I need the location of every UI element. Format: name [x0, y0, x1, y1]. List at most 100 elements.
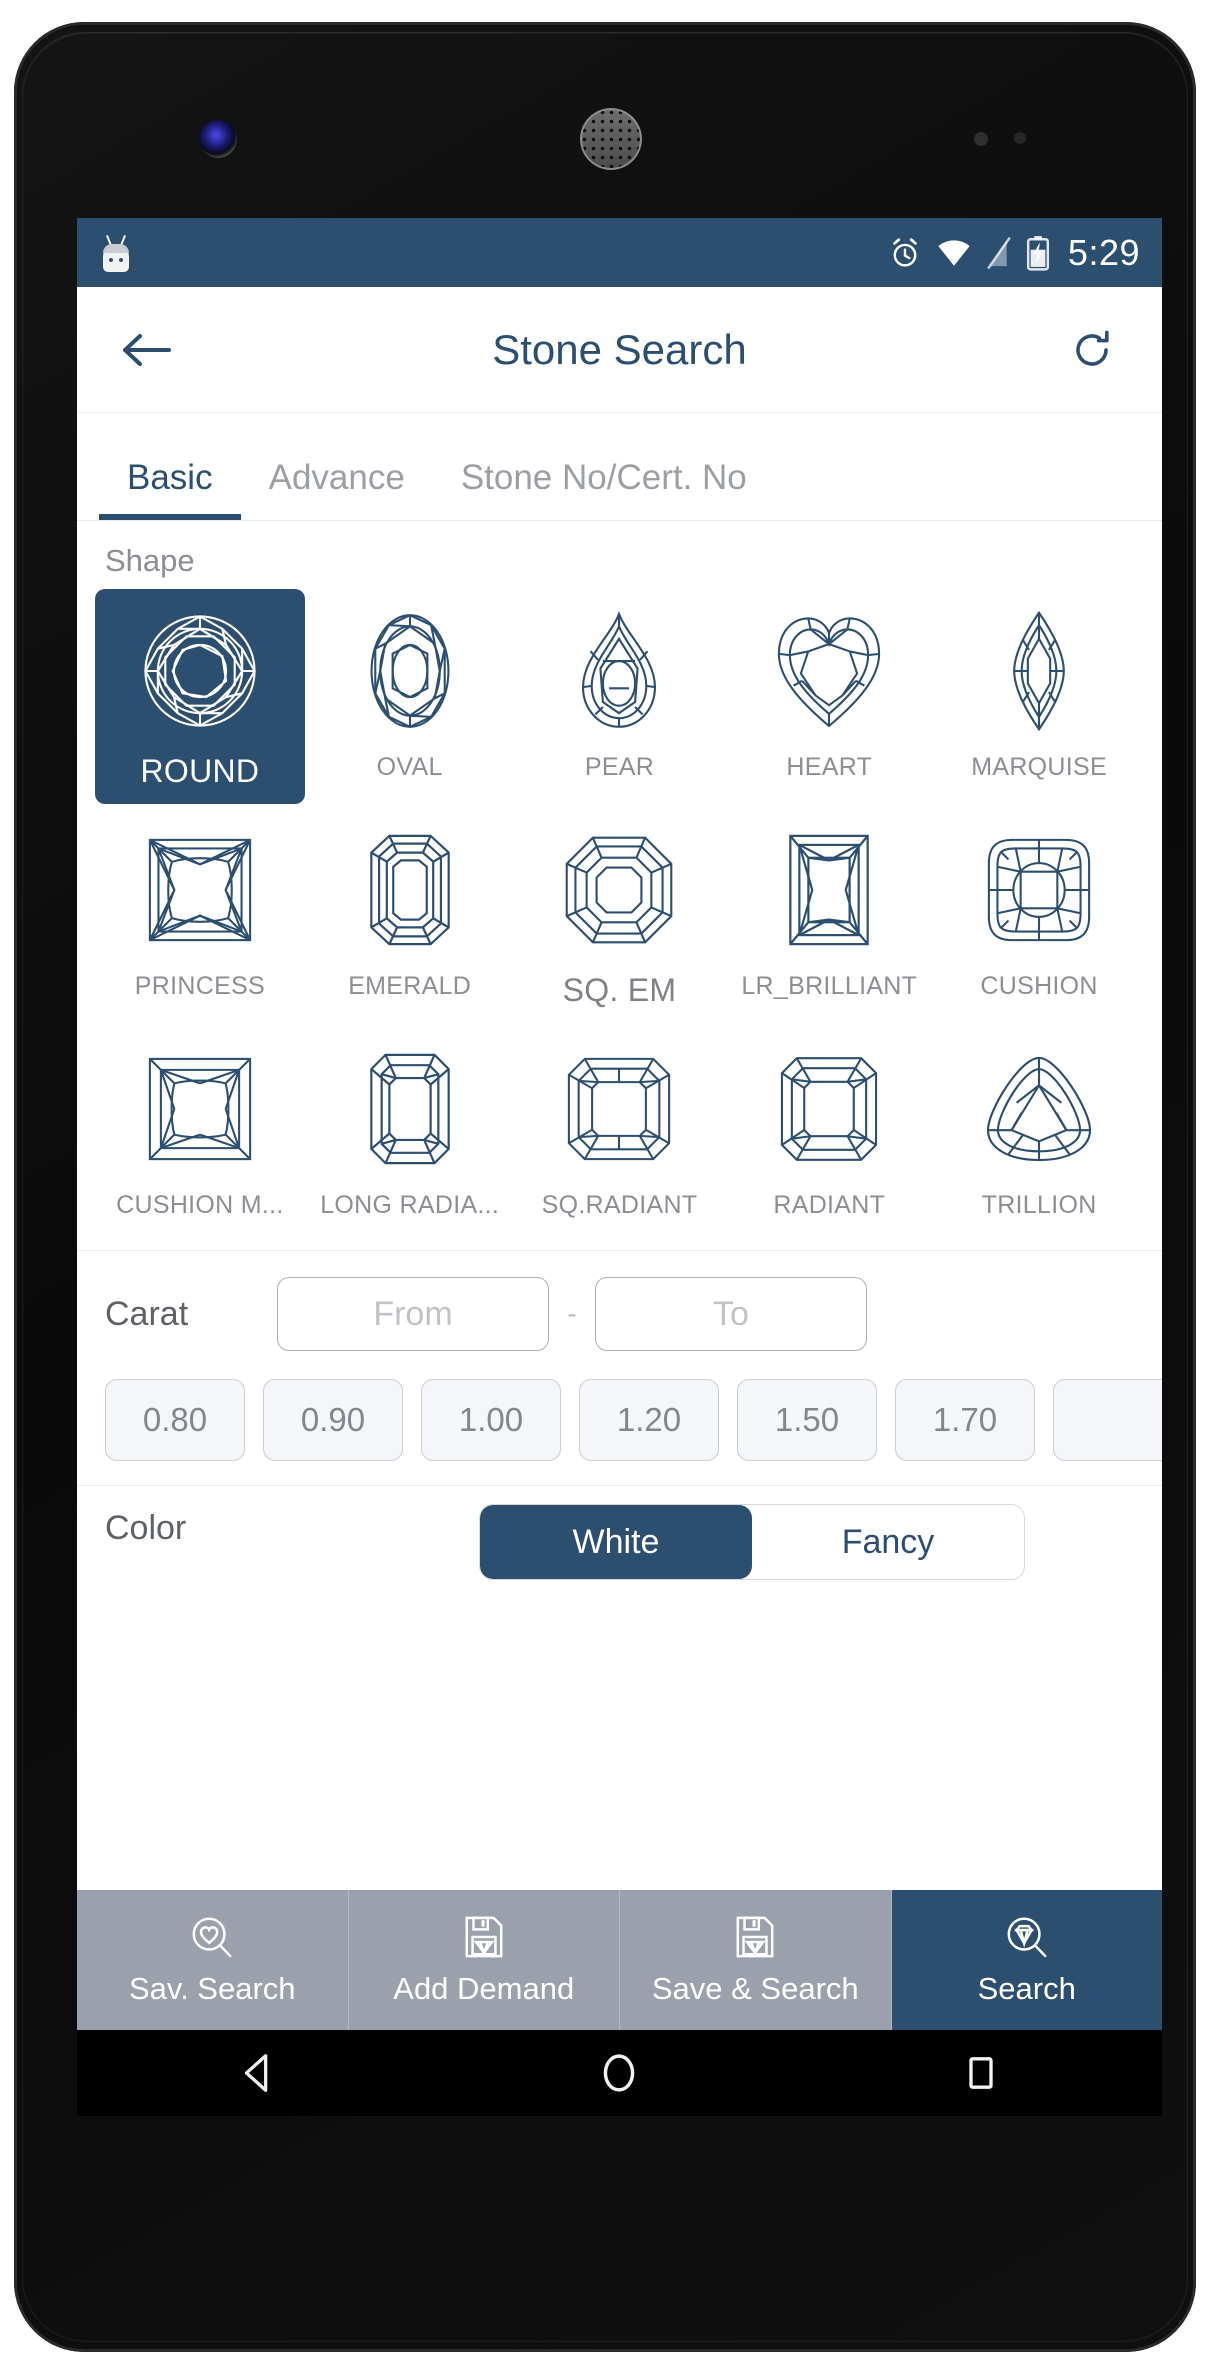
square-radiant-diamond-icon — [564, 1043, 674, 1175]
phone-screen: 5:29 Stone Search Basic Advance Stone No — [77, 218, 1162, 2116]
tab-stone-no-cert-no[interactable]: Stone No/Cert. No — [433, 458, 775, 520]
trillion-diamond-icon — [983, 1043, 1095, 1175]
shape-label-emerald: EMERALD — [348, 972, 472, 1000]
shape-label-round: ROUND — [140, 753, 260, 789]
shape-cell-cushion[interactable]: CUSHION — [934, 808, 1144, 1023]
page-title: Stone Search — [492, 325, 747, 373]
shape-cell-round[interactable]: ROUND — [95, 589, 305, 804]
shape-cell-emerald[interactable]: EMERALD — [305, 808, 515, 1023]
cushion-modified-diamond-icon — [145, 1043, 255, 1175]
shape-label-oval: OVAL — [376, 753, 443, 781]
android-robot-icon — [99, 234, 133, 272]
light-sensor-icon — [1014, 132, 1026, 144]
shape-cell-long-radiant[interactable]: LONG RADIA... — [305, 1027, 515, 1234]
long-radiant-diamond-icon — [367, 1043, 453, 1175]
square-emerald-diamond-icon — [563, 824, 675, 956]
carat-to-placeholder: To — [713, 1294, 749, 1333]
color-row: Color White Fancy — [77, 1485, 1162, 1580]
tab-advance[interactable]: Advance — [241, 458, 433, 520]
nav-recents-icon[interactable] — [926, 2030, 1036, 2116]
princess-diamond-icon — [145, 824, 255, 956]
round-diamond-icon — [138, 605, 262, 737]
shape-label-radiant: RADIANT — [773, 1191, 886, 1219]
status-bar: 5:29 — [77, 218, 1162, 287]
alarm-icon — [893, 237, 917, 267]
color-option-white[interactable]: White — [480, 1505, 752, 1579]
tab-basic[interactable]: Basic — [99, 458, 241, 520]
proximity-sensor-icon — [974, 132, 988, 146]
saved-search-label: Sav. Search — [128, 1971, 296, 2006]
carat-chip[interactable]: 0.80 — [105, 1379, 245, 1461]
shape-label-long-radiant: LONG RADIA... — [320, 1191, 500, 1219]
diamond-search-icon — [1004, 1913, 1050, 1961]
shape-label-princess: PRINCESS — [134, 972, 265, 1000]
save-and-search-label: Save & Search — [651, 1971, 859, 2006]
tab-bar: Basic Advance Stone No/Cert. No — [77, 413, 1162, 521]
shape-label-heart: HEART — [786, 753, 873, 781]
carat-chip[interactable]: 1.20 — [579, 1379, 719, 1461]
shape-label-trillion: TRILLION — [981, 1191, 1097, 1219]
shape-cell-cushion-modified[interactable]: CUSHION M... — [95, 1027, 305, 1234]
oval-diamond-icon — [364, 605, 456, 737]
cushion-diamond-icon — [984, 824, 1094, 956]
saved-search-button[interactable]: Sav. Search — [77, 1890, 349, 2030]
shape-cell-pear[interactable]: PEAR — [515, 589, 725, 804]
color-type-toggle: White Fancy — [479, 1504, 1025, 1580]
carat-from-input[interactable]: From — [277, 1277, 549, 1351]
carat-chip[interactable]: 1.00 — [421, 1379, 561, 1461]
wifi-icon — [938, 239, 970, 266]
shape-cell-square-emerald[interactable]: SQ. EM — [515, 808, 725, 1023]
lr-brilliant-diamond-icon — [786, 824, 872, 956]
shape-label-square-emerald: SQ. EM — [562, 972, 677, 1008]
save-diamond-icon — [734, 1913, 776, 1961]
shape-label-square-radiant: SQ.RADIANT — [541, 1191, 698, 1219]
carat-chip[interactable]: 1.70 — [895, 1379, 1035, 1461]
shape-section-label: Shape — [105, 543, 195, 578]
phone-device-frame: 5:29 Stone Search Basic Advance Stone No — [14, 22, 1196, 2352]
bottom-action-bar: Sav. Search Add Demand Save & Search Sea… — [77, 1890, 1162, 2030]
shape-cell-marquise[interactable]: MARQUISE — [934, 589, 1144, 804]
android-nav-bar — [77, 2030, 1162, 2116]
color-label: Color — [105, 1509, 187, 1547]
carat-row: Carat From - To — [77, 1251, 1162, 1351]
carat-label: Carat — [105, 1294, 189, 1333]
earpiece-speaker-icon — [580, 108, 642, 170]
shape-cell-oval[interactable]: OVAL — [305, 589, 515, 804]
add-demand-button[interactable]: Add Demand — [348, 1890, 620, 2030]
tab-advance-label: Advance — [268, 458, 405, 497]
marquise-diamond-icon — [1006, 605, 1072, 737]
nav-back-icon[interactable] — [203, 2030, 313, 2116]
heart-search-icon — [189, 1913, 235, 1961]
emerald-diamond-icon — [367, 824, 453, 956]
save-and-search-button[interactable]: Save & Search — [620, 1890, 892, 2030]
shape-cell-lr-brilliant[interactable]: LR_BRILLIANT — [724, 808, 934, 1023]
front-camera-icon — [199, 120, 237, 158]
carat-chip[interactable] — [1053, 1379, 1162, 1461]
save-diamond-icon — [463, 1913, 505, 1961]
tab-basic-label: Basic — [127, 458, 213, 497]
refresh-icon[interactable] — [1060, 318, 1124, 382]
shape-cell-heart[interactable]: HEART — [724, 589, 934, 804]
shape-label-lr-brilliant: LR_BRILLIANT — [741, 972, 918, 1000]
carat-chip[interactable]: 1.50 — [737, 1379, 877, 1461]
app-bar: Stone Search — [77, 287, 1162, 413]
shape-cell-square-radiant[interactable]: SQ.RADIANT — [515, 1027, 725, 1234]
carat-to-input[interactable]: To — [595, 1277, 867, 1351]
back-arrow-icon[interactable] — [115, 318, 179, 382]
shape-cell-radiant[interactable]: RADIANT — [724, 1027, 934, 1234]
shape-cell-trillion[interactable]: TRILLION — [934, 1027, 1144, 1234]
add-demand-label: Add Demand — [393, 1971, 575, 2006]
shape-label-cushion: CUSHION — [980, 972, 1098, 1000]
status-bar-time: 5:29 — [1067, 231, 1140, 273]
signal-off-icon — [987, 236, 1011, 269]
carat-from-placeholder: From — [373, 1294, 453, 1333]
carat-quick-chips[interactable]: 0.80 0.90 1.00 1.20 1.50 1.70 — [77, 1351, 1162, 1485]
carat-chip[interactable]: 0.90 — [263, 1379, 403, 1461]
search-button[interactable]: Search — [891, 1890, 1162, 2030]
shape-label-pear: PEAR — [584, 753, 655, 781]
shape-cell-princess[interactable]: PRINCESS — [95, 808, 305, 1023]
nav-home-icon[interactable] — [564, 2030, 674, 2116]
radiant-diamond-icon — [777, 1043, 881, 1175]
shape-grid: ROUND OVAL PEAR HEART MARQUISE PRINCESS … — [77, 589, 1162, 1234]
color-option-fancy[interactable]: Fancy — [752, 1505, 1024, 1579]
